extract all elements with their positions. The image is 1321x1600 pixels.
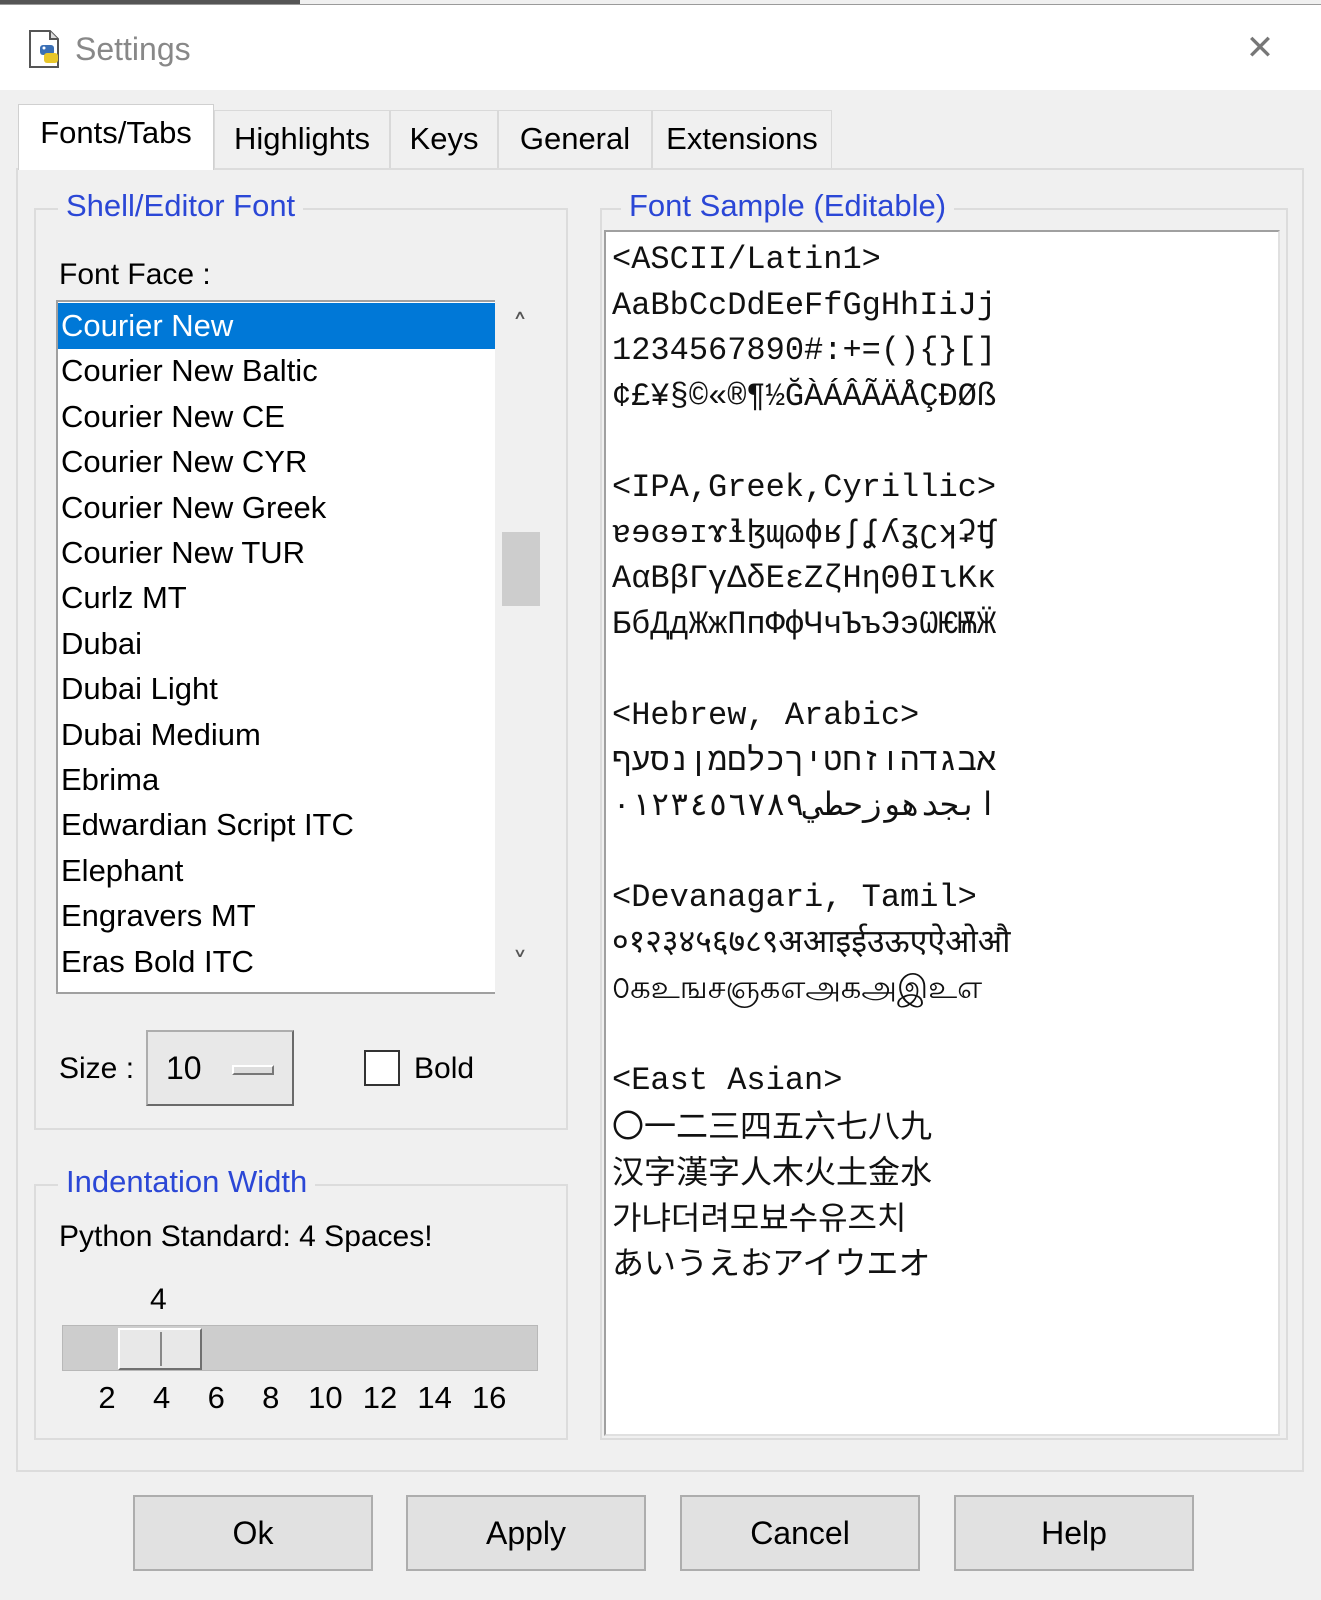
font-list-item[interactable]: Dubai — [58, 621, 495, 667]
indent-value-label: 4 — [150, 1283, 167, 1316]
tab-label: General — [519, 121, 631, 156]
font-list-item[interactable]: Dubai Medium — [58, 712, 495, 758]
font-sample-line: ௦கஉஙசஞகஎஅகஅஇஉஎ — [612, 970, 983, 1008]
indent-group-legend: Indentation Width — [58, 1164, 316, 1200]
font-list-item[interactable]: Courier New CYR — [58, 439, 495, 485]
slider-tick-label: 12 — [362, 1380, 398, 1415]
font-sample-line: <Hebrew, Arabic> — [612, 697, 920, 734]
chevron-down-icon[interactable]: ˅ — [505, 950, 535, 980]
font-group-legend: Shell/Editor Font — [58, 188, 304, 224]
font-sample-line: 汉字漢字人木火土金水 — [612, 1153, 933, 1191]
tab-label: Keys — [409, 121, 479, 156]
tab-label: Extensions — [666, 121, 818, 156]
slider-tick-label: 8 — [262, 1380, 280, 1415]
font-sample-line: 1234567890#:+=(){}[] — [612, 332, 997, 370]
font-sample-line: אבגדהוזחטיךכלםמןנסעף — [612, 742, 997, 780]
font-list-item[interactable]: Courier New — [58, 303, 495, 349]
size-label: Size : — [59, 1052, 135, 1085]
tab-extensions[interactable]: Extensions — [652, 110, 832, 168]
font-size-value: 10 — [166, 1050, 202, 1086]
bold-label: Bold — [414, 1052, 475, 1085]
slider-tick-label: 10 — [308, 1380, 343, 1415]
font-sample-line: AaBbCcDdEeFfGgHhIiJj — [612, 286, 997, 324]
font-list-item[interactable]: Elephant — [58, 848, 495, 894]
font-face-label: Font Face : — [59, 258, 211, 291]
font-list-item[interactable]: Dubai Light — [58, 666, 495, 712]
scrollbar-thumb[interactable] — [502, 532, 540, 606]
font-face-list[interactable]: Courier New Courier New Baltic Courier New… — [56, 300, 495, 994]
apply-button[interactable]: Apply — [406, 1495, 646, 1571]
tab-fonts-tabs[interactable]: Fonts/Tabs — [18, 104, 214, 170]
font-sample-line: 가냐더려모뵤수유즈치 — [612, 1198, 907, 1237]
font-sample-line: ¢£¥§©«®¶½ĞÀÁÂÃÄÅÇÐØß — [612, 377, 997, 415]
slider-tick-label: 16 — [471, 1380, 507, 1415]
font-list-item[interactable]: Courier New Greek — [58, 485, 495, 531]
font-sample-line: 〇一二三四五六七八九 — [612, 1107, 933, 1146]
slider-tick-label: 4 — [152, 1380, 171, 1415]
font-list-item[interactable]: Engravers MT — [58, 893, 495, 939]
slider-tick-label: 2 — [98, 1380, 116, 1415]
font-sample-line: <Devanagari, Tamil> — [612, 879, 977, 917]
sample-group-legend: Font Sample (Editable) — [621, 188, 955, 224]
font-size-menubutton[interactable]: 10 — [146, 1030, 294, 1106]
font-sample-line: <ASCII/Latin1> — [612, 241, 881, 278]
python-idle-icon — [24, 27, 68, 71]
cancel-button[interactable]: Cancel — [680, 1495, 920, 1571]
font-sample-line: ɐɘɞɘɪɤɬɮɰɷɸʁʃʆʎʓʗʞʡʧ — [612, 514, 997, 552]
font-sample-line: ΑαΒβΓγΔδΕεΖζΗηΘθΙιΚκ — [612, 560, 997, 598]
tab-label: Fonts/Tabs — [40, 115, 192, 150]
tab-keys[interactable]: Keys — [390, 110, 498, 168]
font-list-scrollbar[interactable]: ˄ ˅ — [495, 300, 547, 994]
font-sample-text[interactable]: <ASCII/Latin1> AaBbCcDdEeFfGgHhIiJj 123456… — [604, 230, 1280, 1436]
font-sample-line: ०१२३४५६७८९अआइईउऊएऐओऔ — [612, 925, 1011, 962]
tab-label: Highlights — [233, 121, 371, 156]
chevron-up-icon[interactable]: ˄ — [505, 312, 535, 342]
font-list-item[interactable]: Courier New CE — [58, 394, 495, 440]
indent-note: Python Standard: 4 Spaces! — [59, 1220, 433, 1253]
help-button[interactable]: Help — [954, 1495, 1194, 1571]
bold-checkbox[interactable] — [364, 1050, 400, 1086]
font-list-item[interactable]: Courier New Baltic — [58, 348, 495, 394]
font-list-item[interactable]: Ebrima — [58, 757, 495, 803]
font-list-item[interactable]: Edwardian Script ITC — [58, 802, 495, 848]
tab-highlights[interactable]: Highlights — [214, 110, 390, 168]
slider-tick-label: 6 — [207, 1380, 225, 1415]
tab-general[interactable]: General — [498, 110, 652, 168]
close-icon[interactable]: ✕ — [1243, 31, 1277, 67]
indent-slider-thumb[interactable] — [118, 1328, 202, 1370]
menu-indicator-icon — [232, 1065, 274, 1075]
slider-tick-label: 14 — [417, 1380, 452, 1415]
font-sample-line: あいうえおアイウエオ — [612, 1244, 931, 1283]
ok-button[interactable]: Ok — [133, 1495, 373, 1571]
font-sample-line: <East Asian> — [612, 1061, 843, 1099]
font-list-item[interactable]: Eras Bold ITC — [58, 939, 495, 985]
font-sample-line: БбДдЖжПпФфЧчЪъЭэѠѤѬӜ — [612, 605, 997, 643]
font-sample-line: <IPA,Greek,Cyrillic> — [612, 469, 997, 506]
window-title: Settings — [75, 31, 191, 67]
font-sample-line: ابجدهوزحطي٠١٢٣٤٥٦٧٨٩ — [612, 788, 998, 826]
title-bar: Settings ✕ — [0, 4, 1321, 90]
font-list-item[interactable]: Courier New TUR — [58, 530, 495, 576]
settings-dialog: Settings ✕ Fonts/Tabs Highlights Keys Ge… — [0, 0, 1321, 1600]
font-list-item[interactable]: Curlz MT — [58, 575, 495, 621]
